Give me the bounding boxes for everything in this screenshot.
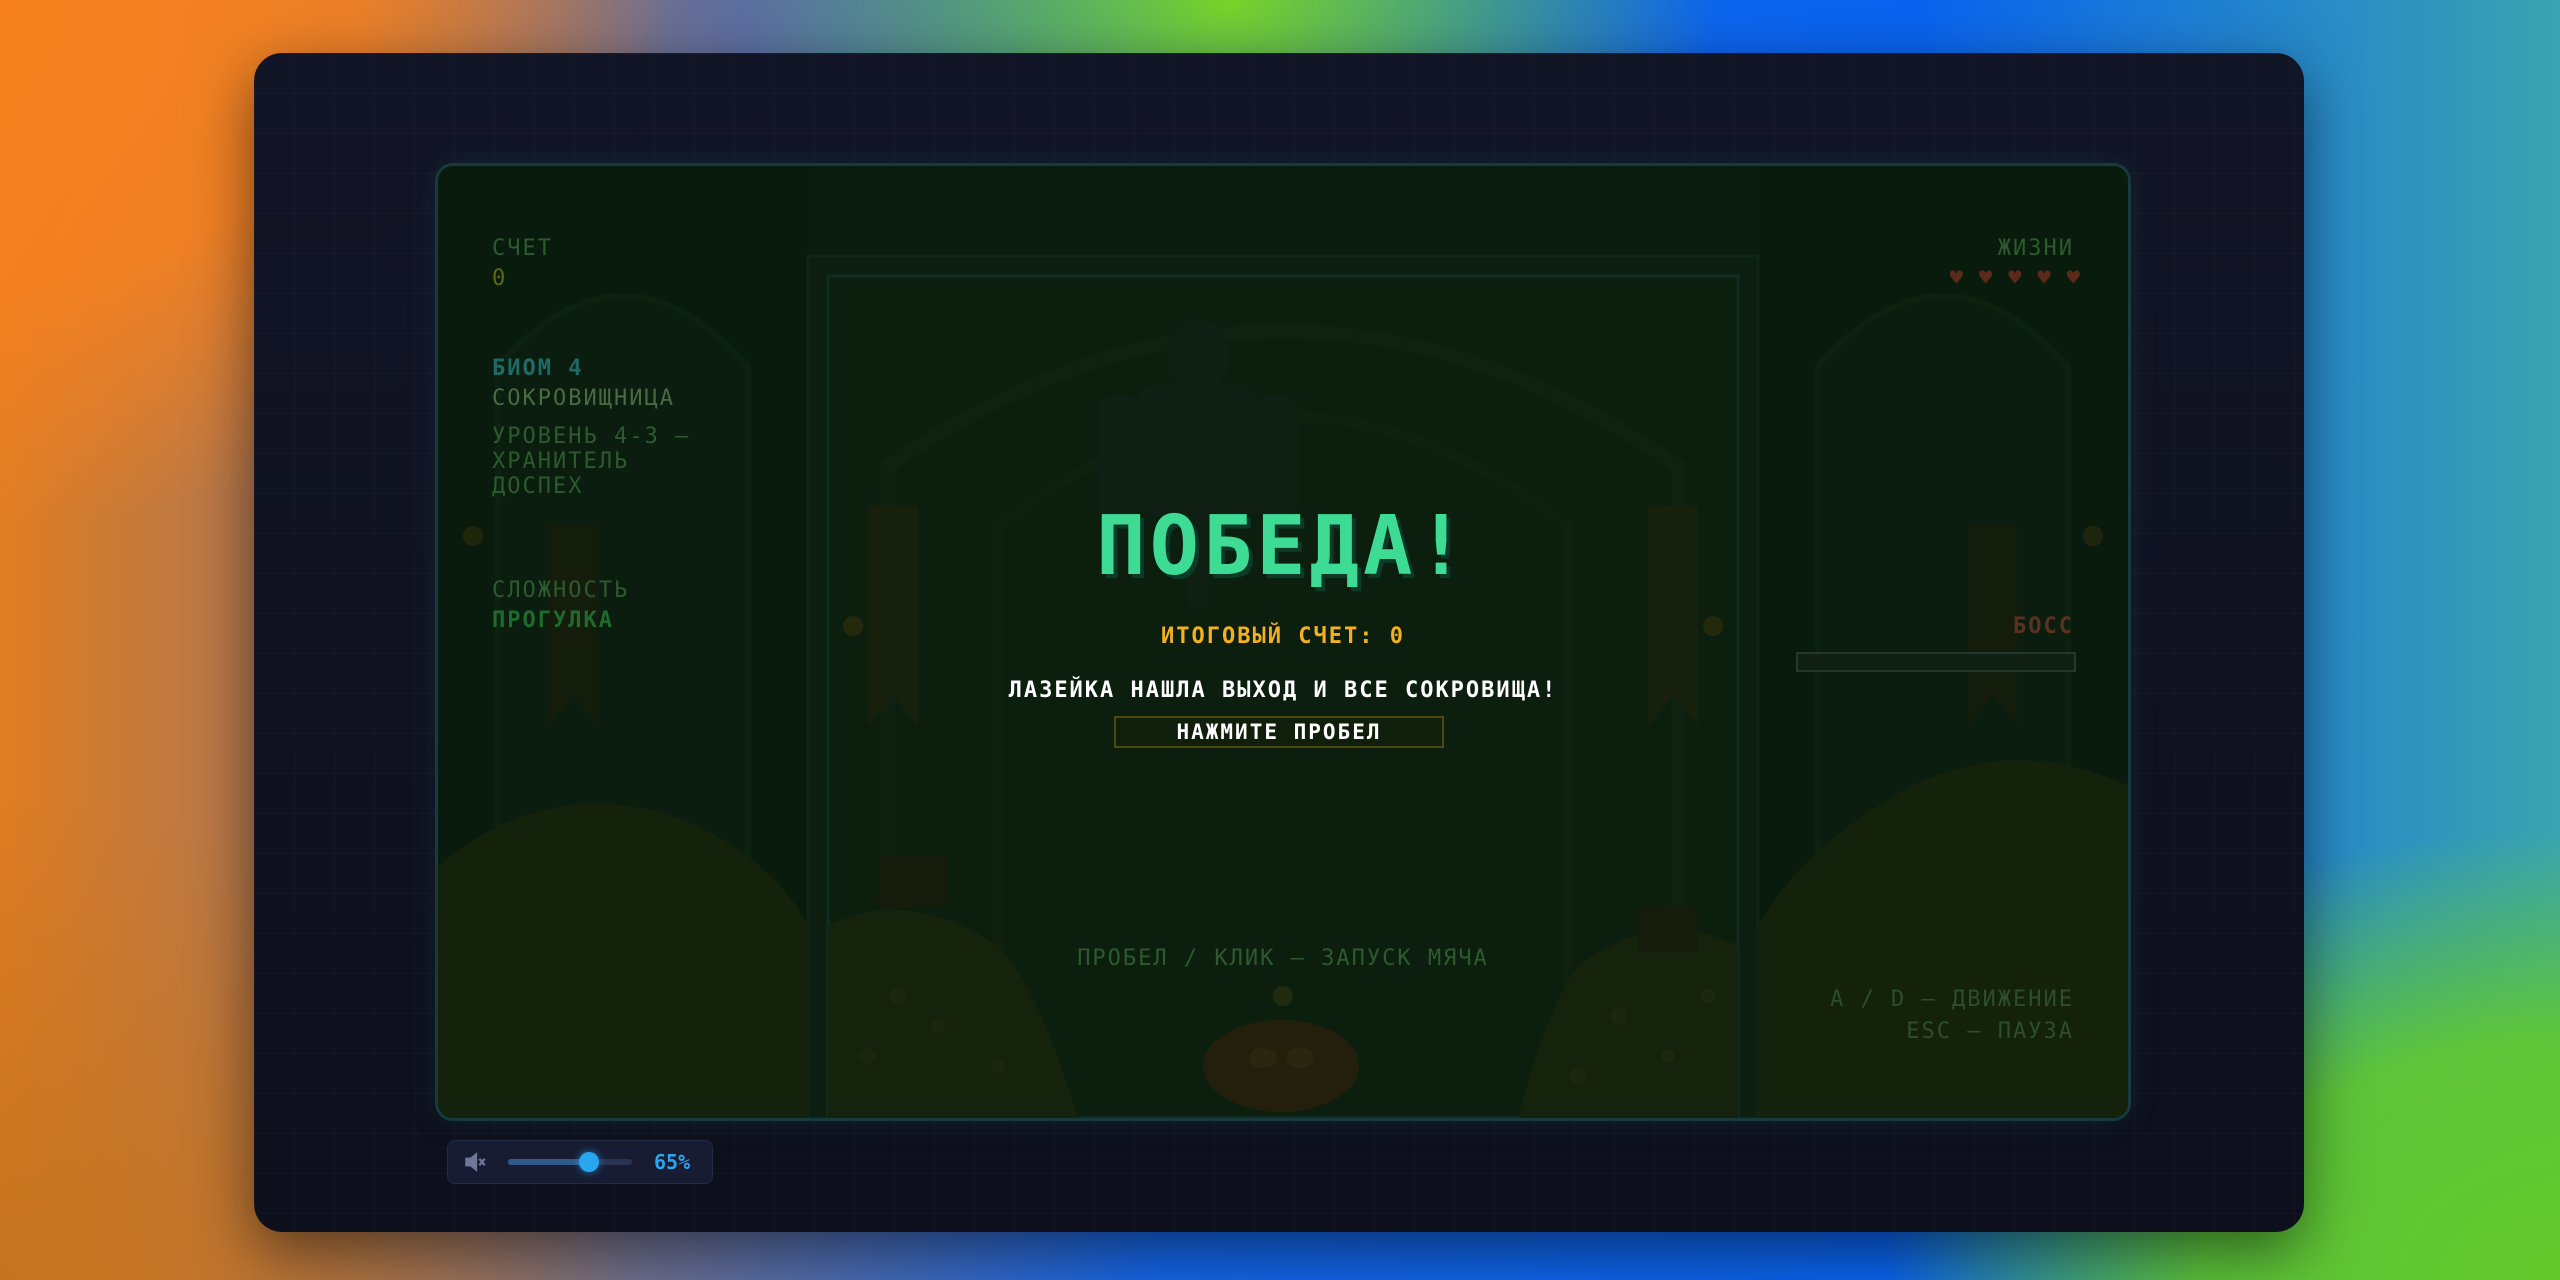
heart-icon: ♥: [1979, 266, 1993, 291]
victory-title: ПОБЕДА!: [1096, 499, 1470, 594]
speaker-muted-icon[interactable]: [462, 1149, 488, 1175]
victory-message: ЛАЗЕЙКА НАШЛА ВЫХОД И ВСЕ СОКРОВИЩА!: [1008, 678, 1558, 703]
volume-slider-thumb[interactable]: [578, 1152, 599, 1172]
volume-slider-fill: [508, 1159, 589, 1165]
final-score: ИТОГОВЫЙ СЧЕТ: 0: [1161, 624, 1405, 649]
controls-hint: A / D — ДВИЖЕНИЕ ESC — ПАУЗА: [1830, 984, 2074, 1048]
boss-health-bar: [1796, 652, 2076, 672]
press-space-button[interactable]: НАЖМИТЕ ПРОБЕЛ: [1114, 716, 1444, 748]
lives-hearts: ♥ ♥ ♥ ♥ ♥: [1950, 266, 2080, 291]
volume-slider[interactable]: [508, 1152, 632, 1172]
heart-icon: ♥: [2008, 266, 2022, 291]
heart-icon: ♥: [1949, 266, 1963, 291]
launch-hint: ПРОБЕЛ / КЛИК — ЗАПУСК МЯЧА: [1077, 946, 1489, 971]
heart-icon: ♥: [2037, 266, 2051, 291]
score-value: 0: [492, 266, 508, 291]
game-canvas[interactable]: СЧЕТ 0 БИОМ 4 СОКРОВИЩНИЦА УРОВЕНЬ 4-3 —…: [435, 163, 2131, 1121]
controls-pause-hint: ESC — ПАУЗА: [1906, 1019, 2074, 1044]
biome-label: БИОМ 4: [492, 356, 584, 381]
volume-value: 65%: [654, 1150, 691, 1174]
biome-name: СОКРОВИЩНИЦА: [492, 386, 675, 411]
volume-control: 65%: [447, 1140, 713, 1184]
game-window: СЧЕТ 0 БИОМ 4 СОКРОВИЩНИЦА УРОВЕНЬ 4-3 —…: [254, 53, 2304, 1232]
level-name: УРОВЕНЬ 4-3 — ХРАНИТЕЛЬ ДОСПЕХ: [492, 424, 691, 499]
controls-move-hint: A / D — ДВИЖЕНИЕ: [1830, 987, 2074, 1012]
heart-icon: ♥: [2066, 266, 2080, 291]
score-label: СЧЕТ: [492, 236, 553, 261]
lives-label: ЖИЗНИ: [1997, 236, 2074, 261]
